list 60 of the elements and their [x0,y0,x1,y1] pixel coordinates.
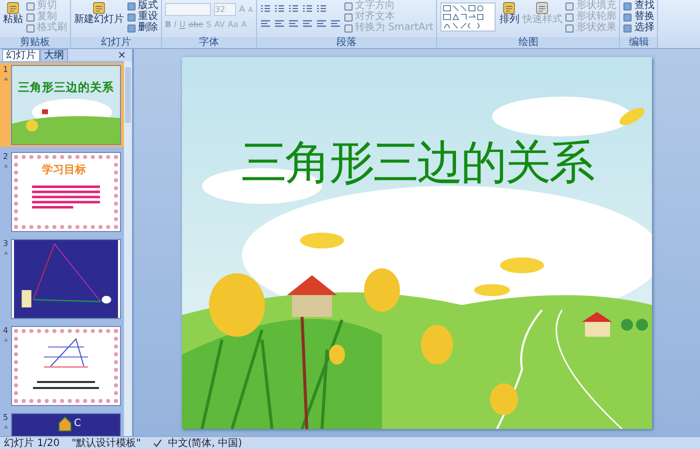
slide-label: C [74,418,81,429]
group-label: 编辑 [620,37,658,48]
house-icon [58,416,72,432]
command-icon [5,1,21,15]
group-label: 绘图 [437,37,620,48]
theme-name: "默认设计模板" [72,438,141,448]
list-icon[interactable] [316,4,327,13]
align-icon[interactable] [330,19,341,28]
ribbon-button[interactable]: 新建幻灯片 [74,1,124,25]
ribbon-button[interactable]: 查找 [623,1,654,11]
pane-tab[interactable]: 幻灯片 [2,49,40,61]
slide-number: 1 [2,65,8,74]
slide-counter: 幻灯片 1/20 [4,438,60,448]
scrollbar[interactable] [124,61,132,436]
align-icon[interactable] [274,19,285,28]
spell-check-icon[interactable] [152,438,162,448]
slide-number: 5 [2,413,8,422]
text-lines-drawing [30,379,102,391]
list-icon[interactable] [260,4,271,13]
animation-icon [2,424,8,430]
command-icon [534,1,550,15]
shapes-gallery-icon[interactable] [440,1,496,33]
list-icon[interactable] [274,4,285,13]
align-icon[interactable] [316,19,327,28]
slide-thumbnail[interactable]: C [11,413,121,436]
slide-number: 3 [2,239,8,248]
align-icon[interactable] [260,19,271,28]
align-icon[interactable] [288,19,299,28]
ribbon-button[interactable]: 排列 [499,1,520,25]
group-label: 段落 [256,37,436,48]
group-label: 幻灯片 [71,37,161,48]
command-icon [91,1,107,15]
slide-thumbnail[interactable]: 学习目标 [11,152,121,232]
animation-icon [2,163,8,169]
selected-slide-row[interactable]: 1 三角形三边的关系 [0,63,124,147]
animation-icon [2,337,8,343]
slide-thumbnail[interactable]: 三角形三边的关系 [11,65,121,145]
close-button[interactable]: × [118,50,132,61]
list-icon[interactable] [288,4,299,13]
slide-number: 2 [2,152,8,161]
ribbon-button[interactable]: 删除 [127,23,158,33]
command-icon [501,1,518,15]
ribbon-button[interactable]: 粘贴 [3,1,23,25]
group-label: 字体 [162,37,256,48]
group-label: 剪贴板 [0,37,70,48]
ribbon-button[interactable]: 选择 [623,23,654,33]
language-indicator[interactable]: 中文(简体, 中国) [168,438,242,448]
pane-tab[interactable]: 大纲 [40,49,68,61]
animation-icon [2,76,8,82]
slide-title: 学习目标 [42,162,86,177]
slide-title: 三角形三边的关系 [18,80,114,95]
text-lines-drawing [30,183,102,211]
align-icon[interactable] [302,19,313,28]
animation-icon [2,250,8,256]
slide-number: 4 [2,326,8,335]
list-icon[interactable] [302,4,313,13]
ribbon-button[interactable]: 重设 [127,12,158,22]
ribbon-button[interactable]: 替换 [623,12,654,22]
slide-title[interactable]: 三角形三边的关系 [182,134,652,188]
ribbon-button[interactable]: 版式 [127,1,158,11]
